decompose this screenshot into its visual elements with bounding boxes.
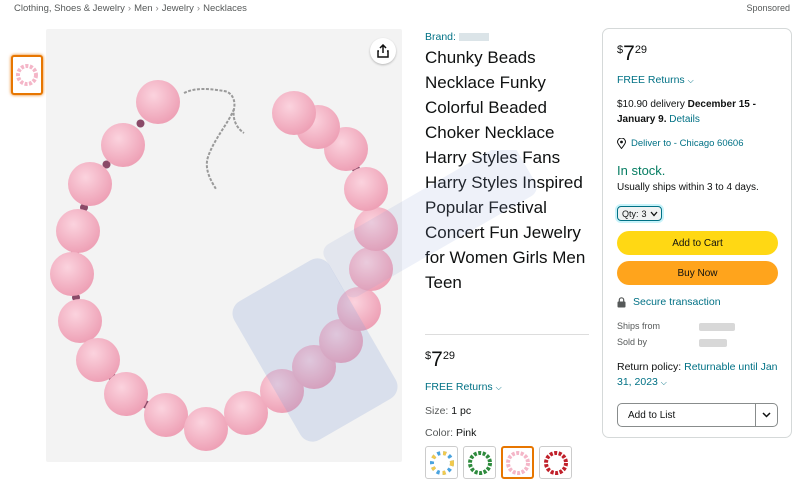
buybox-price: $7 29 <box>617 43 647 64</box>
ships-from-label: Ships from <box>617 321 661 331</box>
bead <box>354 207 398 251</box>
delivery-info: $10.90 delivery December 15 - January 9.… <box>617 97 785 127</box>
free-returns-label[interactable]: FREE Returns <box>617 74 685 86</box>
color-label: Color: <box>425 427 454 439</box>
bead <box>337 287 381 331</box>
chevron-down-icon: ⌵ <box>660 378 667 387</box>
color-swatches <box>425 446 572 479</box>
add-to-list-control: Add to List <box>617 403 778 427</box>
brand-label[interactable]: Brand: <box>425 31 456 43</box>
swatch-pink[interactable] <box>501 446 534 479</box>
deliver-to-link[interactable]: Deliver to - Chicago 60606 <box>617 138 743 149</box>
bead <box>136 80 180 124</box>
bead <box>144 393 188 437</box>
price-fraction: 29 <box>442 350 456 362</box>
size-value: 1 pc <box>451 405 472 417</box>
bead <box>56 209 100 253</box>
sponsored-label: Sponsored <box>746 3 790 13</box>
deliver-to-label[interactable]: Deliver to - Chicago 60606 <box>631 138 743 149</box>
qty-label: Qty: <box>622 208 639 219</box>
brand-link[interactable]: Brand: <box>425 31 590 43</box>
spacer-bead <box>136 119 145 128</box>
product-info: Brand: Chunky Beads Necklace Funky Color… <box>425 31 590 295</box>
sold-by-label: Sold by <box>617 337 648 347</box>
return-policy: Return policy: Returnable until Jan 31, … <box>617 360 787 390</box>
color-selector: Color: Pink <box>425 427 476 439</box>
secure-transaction[interactable]: Secure transaction <box>617 296 721 308</box>
product-title: Chunky Beads Necklace Funky Colorful Bea… <box>425 48 586 292</box>
swatch-green[interactable] <box>463 446 496 479</box>
add-to-list-button[interactable]: Add to List <box>618 404 755 426</box>
secure-transaction-link[interactable]: Secure transaction <box>633 296 721 308</box>
bead <box>101 123 145 167</box>
buy-now-button[interactable]: Buy Now <box>617 261 778 285</box>
bead <box>184 407 228 451</box>
ships-from-value <box>699 323 735 331</box>
breadcrumb-item[interactable]: Men <box>134 3 152 14</box>
bead <box>76 338 120 382</box>
bead <box>349 247 393 291</box>
free-returns-label[interactable]: FREE Returns <box>425 381 493 393</box>
free-returns-link[interactable]: FREE Returns ⌵ <box>425 381 502 393</box>
bead <box>58 299 102 343</box>
breadcrumb-item[interactable]: Necklaces <box>203 3 247 14</box>
delivery-cost: $10.90 delivery <box>617 99 688 110</box>
color-value: Pink <box>455 427 477 439</box>
breadcrumb-item[interactable]: Jewelry <box>162 3 194 14</box>
chevron-down-icon <box>762 412 771 418</box>
lock-icon <box>617 296 626 307</box>
price-whole: 7 <box>623 42 635 65</box>
breadcrumb-separator: › <box>155 3 159 14</box>
bead <box>68 162 112 206</box>
qty-value: 3 <box>641 208 647 219</box>
bead <box>344 167 388 211</box>
breadcrumb-separator: › <box>196 3 201 14</box>
red-necklace-icon <box>543 450 568 475</box>
green-necklace-icon <box>467 450 492 475</box>
breadcrumb-item[interactable]: Clothing, Shoes & Jewelry <box>14 3 125 14</box>
bead <box>50 252 94 296</box>
swatch-red[interactable] <box>539 446 572 479</box>
free-returns-link[interactable]: FREE Returns ⌵ <box>617 74 694 86</box>
delivery-details-link[interactable]: Details <box>669 114 700 125</box>
add-to-cart-button[interactable]: Add to Cart <box>617 231 778 255</box>
price-whole: 7 <box>431 348 443 371</box>
size-label: Size: <box>425 405 449 417</box>
chevron-down-icon: ⌵ <box>687 76 694 85</box>
necklace-thumbnail-image <box>16 64 38 86</box>
pink-necklace-icon <box>505 450 530 475</box>
stock-status: In stock. <box>617 163 666 178</box>
main-product-image[interactable] <box>46 29 402 462</box>
breadcrumb: Clothing, Shoes & Jewelry › Men › Jewelry › Ne… <box>14 3 247 14</box>
divider <box>425 334 589 335</box>
share-button[interactable] <box>370 38 396 64</box>
return-policy-label: Return policy: <box>617 361 685 373</box>
image-thumbnail[interactable] <box>11 55 43 95</box>
buy-box: $7 29 FREE Returns ⌵ $10.90 delivery Dece… <box>602 28 792 438</box>
multicolor-necklace-icon <box>429 450 454 475</box>
breadcrumb-separator: › <box>127 3 132 14</box>
bead <box>272 91 316 135</box>
sold-by-value[interactable] <box>699 339 727 347</box>
chevron-down-icon: ⌵ <box>495 383 502 392</box>
share-icon <box>377 44 389 58</box>
price-fraction: 29 <box>634 44 648 56</box>
bead <box>104 372 148 416</box>
necklace-image <box>50 80 398 451</box>
quantity-select[interactable]: Qty: 3 <box>617 206 662 221</box>
location-pin-icon <box>617 138 626 149</box>
swatch-multicolor[interactable] <box>425 446 458 479</box>
product-price: $7 29 <box>425 349 455 370</box>
ships-note: Usually ships within 3 to 4 days. <box>617 182 759 193</box>
chevron-down-icon <box>650 211 658 216</box>
size-selector: Size: 1 pc <box>425 405 471 417</box>
add-to-list-dropdown[interactable] <box>755 404 777 426</box>
